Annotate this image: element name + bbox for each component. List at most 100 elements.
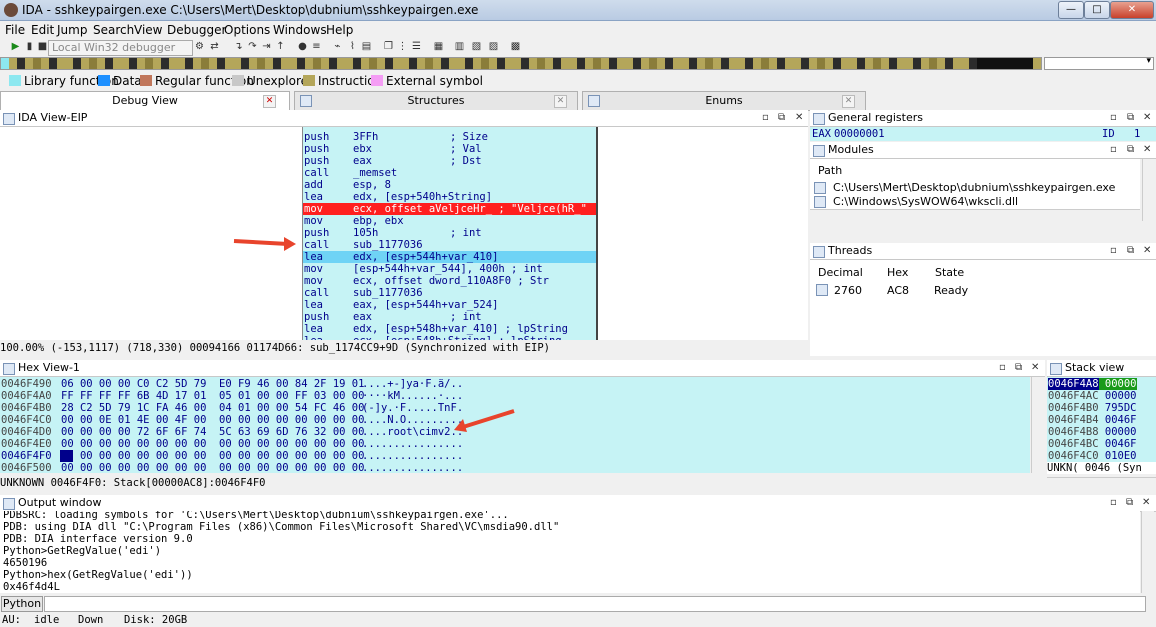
float-icon[interactable]: ⧉: [1015, 360, 1022, 376]
hex-row[interactable]: 0046F490 06 00 00 00 C0 C2 5D 79 E0 F9 46…: [0, 378, 1030, 390]
stack-row[interactable]: 0046F4B8 00000: [1048, 426, 1137, 438]
code-line[interactable]: push 105h ; int: [303, 227, 596, 239]
output-log[interactable]: PDBSRC: loading symbols for 'C:\Users\Me…: [0, 511, 1140, 593]
menu-options[interactable]: Options: [224, 23, 270, 37]
code-block[interactable]: push 3FFh; Size push ebx; Val push eax; Dst ca…: [302, 127, 598, 340]
maximize-button[interactable]: □: [1084, 1, 1110, 19]
stack-hscrollbar[interactable]: [1047, 477, 1156, 491]
stack-row[interactable]: 0046F4B0 795DC: [1048, 402, 1137, 414]
modules-hscrollbar[interactable]: [810, 209, 1140, 222]
code-line[interactable]: mov ecx, offset aVeljceHr_ ; "Veljce(hR_": [303, 203, 596, 215]
python-input[interactable]: [44, 596, 1146, 612]
code-line[interactable]: push eax ; Dst: [303, 155, 596, 167]
debugger-options-icon[interactable]: ⚙: [193, 40, 206, 53]
trace-window-icon[interactable]: ▤: [360, 40, 373, 53]
close-icon[interactable]: ✕: [1143, 142, 1151, 158]
restore-icon[interactable]: ▫: [1110, 110, 1117, 126]
code-line[interactable]: push 3FFh ; Size: [303, 131, 596, 143]
float-icon[interactable]: ⧉: [778, 110, 785, 126]
stack-row[interactable]: 0046F4A8 00000: [1048, 378, 1137, 390]
restore-icon[interactable]: ▫: [999, 360, 1006, 376]
stack-row[interactable]: 0046F4B4 0046F: [1048, 414, 1137, 426]
code-line[interactable]: add esp, 8: [303, 179, 596, 191]
close-icon[interactable]: ✕: [795, 110, 803, 126]
undefine-icon[interactable]: ▩: [509, 40, 522, 53]
step-over-icon[interactable]: ↷: [246, 40, 259, 53]
threads-icon[interactable]: ⋮: [396, 40, 409, 53]
hex-row[interactable]: 0046F4F0 00 00 00 00 00 00 00 00 00 00 00…: [0, 450, 1030, 462]
code-line[interactable]: lea edx, [esp+540h+String]: [303, 191, 596, 203]
attach-icon[interactable]: ⇄: [208, 40, 221, 53]
code-line[interactable]: mov [esp+544h+var_544], 400h ; int: [303, 263, 596, 275]
menu-view[interactable]: View: [134, 23, 162, 37]
close-icon[interactable]: ✕: [1142, 495, 1150, 511]
menu-help[interactable]: Help: [326, 23, 353, 37]
modules-column-path[interactable]: Path: [818, 164, 842, 177]
tab-debug-view[interactable]: Debug View ✕: [0, 91, 290, 111]
breakpoint-icon[interactable]: ●: [296, 40, 309, 53]
restore-icon[interactable]: ▫: [1110, 495, 1117, 511]
close-icon[interactable]: ✕: [1031, 360, 1039, 376]
trace-icon[interactable]: ⌁: [331, 40, 344, 53]
restore-icon[interactable]: ▫: [1110, 243, 1117, 259]
menu-jump[interactable]: Jump: [57, 23, 87, 37]
code-icon[interactable]: ▦: [432, 40, 445, 53]
code-line[interactable]: push ebx ; Val: [303, 143, 596, 155]
hex-vscrollbar[interactable]: [1031, 377, 1044, 473]
stack-row[interactable]: 0046F4AC 00000: [1048, 390, 1137, 402]
float-icon[interactable]: ⧉: [1127, 142, 1134, 158]
code-line[interactable]: call sub_1177036: [303, 239, 596, 251]
stack-row[interactable]: 0046F4C0 010E0: [1048, 450, 1137, 462]
threads-column-decimal[interactable]: Decimal: [818, 266, 863, 279]
align-icon[interactable]: ▧: [470, 40, 483, 53]
stack-icon[interactable]: ☰: [410, 40, 423, 53]
modules-icon[interactable]: ❐: [382, 40, 395, 53]
menu-windows[interactable]: Windows: [273, 23, 327, 37]
threads-column-state[interactable]: State: [935, 266, 964, 279]
code-line[interactable]: call _memset: [303, 167, 596, 179]
eax-value[interactable]: 00000001: [834, 127, 885, 141]
output-vscrollbar[interactable]: [1141, 511, 1154, 593]
code-line[interactable]: push eax ; int: [303, 311, 596, 323]
trace-options-icon[interactable]: ⌇: [346, 40, 359, 53]
stack-dump[interactable]: 0046F4A8 00000 0046F4AC 00000 0046F4B0 795…: [1047, 377, 1156, 473]
code-line[interactable]: lea eax, [esp+544h+var_524]: [303, 299, 596, 311]
run-to-cursor-icon[interactable]: ⇥: [260, 40, 273, 53]
float-icon[interactable]: ⧉: [1127, 243, 1134, 259]
close-icon[interactable]: ✕: [1143, 110, 1151, 126]
debugger-select[interactable]: Local Win32 debugger: [48, 40, 193, 56]
id-value[interactable]: 1: [1134, 127, 1140, 141]
code-line[interactable]: call sub_1177036: [303, 287, 596, 299]
menu-file[interactable]: File: [5, 23, 25, 37]
minimize-button[interactable]: —: [1058, 1, 1084, 19]
close-icon[interactable]: ✕: [842, 95, 855, 108]
float-icon[interactable]: ⧉: [1127, 110, 1134, 126]
hex-row[interactable]: 0046F500 00 00 00 00 00 00 00 00 00 00 00…: [0, 462, 1030, 473]
pause-icon[interactable]: ▮: [23, 40, 36, 53]
code-line[interactable]: lea edx, [esp+548h+var_410] ; lpString: [303, 323, 596, 335]
step-out-icon[interactable]: ↑: [274, 40, 287, 53]
menu-debugger[interactable]: Debugger: [167, 23, 226, 37]
restore-icon[interactable]: ▫: [1110, 142, 1117, 158]
hex-row[interactable]: 0046F4A0 FF FF FF FF 6B 4D 17 01 05 01 00…: [0, 390, 1030, 402]
struct-icon[interactable]: ▨: [487, 40, 500, 53]
segment-select[interactable]: ▾: [1044, 56, 1154, 70]
tab-enums[interactable]: Enums ✕: [582, 91, 866, 111]
step-into-icon[interactable]: ↴: [232, 40, 245, 53]
close-icon[interactable]: ✕: [554, 95, 567, 108]
disassembly-view[interactable]: push 3FFh; Size push ebx; Val push eax; Dst ca…: [0, 127, 808, 340]
close-icon[interactable]: ✕: [1143, 243, 1151, 259]
python-button[interactable]: Python: [1, 596, 43, 612]
modules-vscrollbar[interactable]: [1142, 159, 1155, 221]
data-icon[interactable]: ▥: [453, 40, 466, 53]
code-line[interactable]: lea ecx, [esp+548h+String] ; lpString: [303, 335, 596, 340]
breakpoint-list-icon[interactable]: ≡: [310, 40, 323, 53]
navigation-band[interactable]: [0, 57, 1042, 70]
code-line[interactable]: mov ebp, ebx: [303, 215, 596, 227]
registers-body[interactable]: EAX 00000001 ID 1: [810, 127, 1156, 141]
code-line[interactable]: lea edx, [esp+544h+var_410]: [303, 251, 596, 263]
hex-row[interactable]: 0046F4E0 00 00 00 00 00 00 00 00 00 00 00…: [0, 438, 1030, 450]
threads-column-hex[interactable]: Hex: [887, 266, 908, 279]
close-button[interactable]: ✕: [1110, 1, 1154, 19]
menu-edit[interactable]: Edit: [31, 23, 54, 37]
